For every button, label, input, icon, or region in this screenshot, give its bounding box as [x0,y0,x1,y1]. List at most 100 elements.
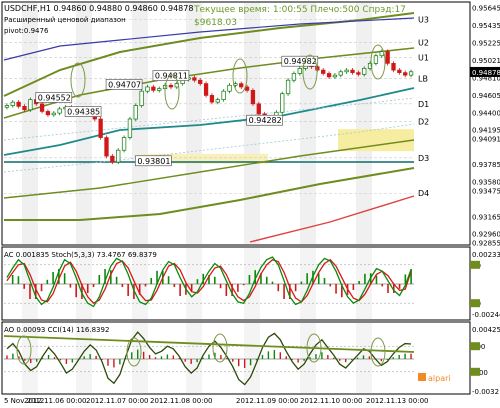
candle-body [285,79,291,95]
level-label-d2: D2 [418,118,429,127]
candle-body [110,155,115,163]
level-label-u2: U2 [418,38,429,47]
candle-body [39,103,45,112]
price-tick-label: 0.94091 [472,135,500,143]
price-tick-label: 0.92855 [472,240,500,248]
candle-body [10,101,15,106]
cci-level-marker [470,342,480,351]
price-tick-label: 0.94195 [472,127,500,135]
candle-body [408,71,414,76]
price-label: 0.93801 [137,157,170,166]
candle-body [350,69,355,73]
candle-body [209,95,215,103]
price-tick-label: 0.93580 [472,178,500,186]
price-tick-label: 0.95645 [472,4,500,12]
time-label: 2012.11.07 00:00 [86,397,148,405]
level-label-u3: U3 [418,15,429,24]
candle-body [28,99,33,111]
candle-body [157,88,162,91]
candle-body [221,90,226,100]
price-pane-frame [1,1,471,246]
price-label: 0.94707 [108,80,141,89]
candle-body [121,137,127,151]
price-tick-label: 0.95225 [472,40,500,48]
price-tick-label: 0.93785 [472,161,500,169]
time-label: 2012.11.08 00:00 [150,397,212,405]
supply-zone [338,129,414,152]
candle-body [250,89,256,105]
candle-body [151,86,156,91]
price-tick-label: 0.93475 [472,187,500,195]
cci-axis-label: 0.004257 [472,326,500,334]
stoch-axis-label: 0.002339 [472,251,500,259]
pivot-caption: pivot:0.9476 [4,27,49,35]
candle-body [145,86,150,92]
candle-body [373,55,379,64]
price-tick-label: 0.94400 [472,109,500,117]
indicator-caption: Расширенный ценовой диапазон [4,16,126,24]
stoch-caption: AC 0.001835 Stoch(5,3,3) 73.4767 69.8379 [4,251,157,259]
price-label: 0.94552 [38,93,71,102]
chart-canvas: U3 U2 U1 LB D1 D2 D3 D4 0.94552 0.94385 0.94707 0.… [1,1,500,405]
alpari-logo-icon [418,373,426,381]
candle-body [133,105,138,120]
chart-window: U3 U2 U1 LB D1 D2 D3 D4 0.94552 0.94385 0.94707 0.… [0,0,500,408]
price-tick-label: 0.95435 [472,22,500,30]
candle-body [98,118,103,138]
session-band-stoch [244,248,260,319]
candle-body [57,108,62,114]
candle-body [280,93,285,113]
price-axis: 0.956450.954350.952250.950210.948100.946… [470,4,500,248]
candle-body [297,68,302,74]
candle-body [104,137,109,157]
level-label-u1: U1 [418,53,429,62]
time-info: Текущее время: 1:00:55 Плечо:500 Спрэд:1… [193,5,406,15]
cci-caption: AO 0.00093 CCI(14) 116.8392 [4,326,109,334]
symbol-line: USDCHF,H1 0.94860 0.94880 0.94860 0.9487… [4,4,193,13]
session-band-stoch [186,248,202,319]
time-axis: 5 Nov 20122012.11.06 00:00 2012.11.07 00:… [4,397,428,405]
price-label: 0.94385 [67,108,100,117]
price-tick-label: 0.94605 [472,92,500,100]
cci-level-marker [470,367,480,376]
stoch-level-marker [470,260,480,269]
alpari-watermark: alpari [428,374,451,383]
candle-body [379,51,384,57]
level-label-d4: D4 [418,189,429,198]
candle-body [326,73,332,78]
price-tick-label: 0.93165 [472,213,500,221]
candle-body [332,74,338,78]
candle-body [291,73,297,81]
candle-body [215,99,220,103]
level-label-d3: D3 [418,154,429,163]
session-band [76,3,92,244]
price-label: 0.94282 [249,116,282,125]
candle-body [198,79,203,84]
candle-body [397,69,402,73]
level-label-d1: D1 [418,100,429,109]
price-tick-label: 0.95021 [472,57,500,65]
candle-body [391,63,396,71]
stoch-level-marker [470,299,480,308]
level-label-lb: LB [418,75,428,84]
candle-body [4,105,10,108]
time-label: 2012.11.10 00:00 [300,397,362,405]
candle-body [362,68,367,75]
candle-body [338,71,343,76]
price-tick-label: 0.92960 [472,231,500,239]
stoch-axis-label: -0.002441 [472,311,500,319]
candle-body [16,101,21,107]
candle-body [116,149,121,163]
candle-body [203,83,209,96]
price-label: 0.94982 [284,57,317,66]
candle-body [385,51,390,64]
session-band [300,3,316,244]
candle-body [45,111,51,116]
candle-body [227,84,232,92]
candle-body [356,72,361,75]
time-label: 2012.11.09 00:00 [236,397,298,405]
time-label: 2012.11.06 00:00 [24,397,86,405]
session-band-cci [186,323,202,393]
candle-body [22,106,27,111]
candle-body [321,69,326,74]
